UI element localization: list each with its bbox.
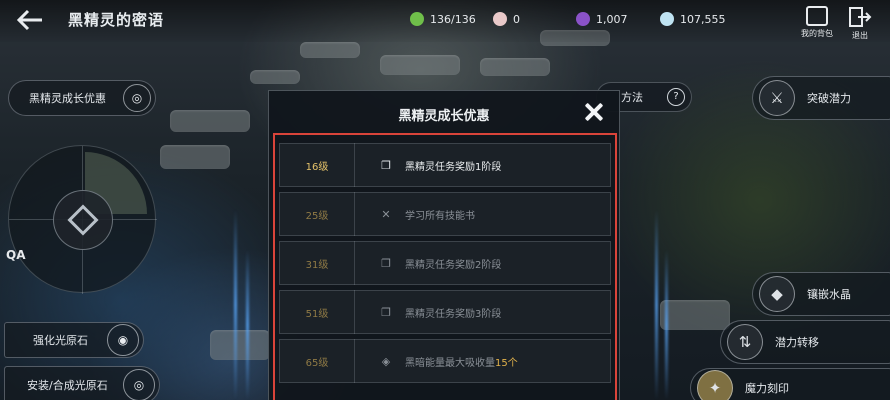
exit-icon	[849, 7, 872, 27]
row-text: 学习所有技能书	[405, 207, 475, 222]
modal-title: 黑精灵成长优惠	[398, 109, 490, 124]
pearl-icon	[493, 12, 507, 26]
purple-gem-icon	[576, 12, 590, 26]
exit-label: 退出	[852, 31, 868, 40]
page-title: 黑精灵的密语	[68, 11, 165, 29]
exit-button[interactable]: 退出	[840, 6, 880, 41]
enhance-button[interactable]: 强化光原石 ◉	[4, 322, 144, 358]
reward-row[interactable]: 16级 ❐ 黑精灵任务奖励1阶段	[279, 143, 611, 187]
row-level: 65级	[305, 357, 329, 369]
diamond-counter: 107,555	[660, 11, 726, 27]
row-text: 黑暗能量最大吸收量15个	[405, 354, 518, 369]
inlay-crystal-button[interactable]: ◆ 镶嵌水晶	[752, 272, 890, 316]
sword-icon: ⚔	[759, 80, 795, 116]
row-divider	[354, 241, 355, 285]
crossed-swords-icon: ✕	[381, 207, 391, 221]
method-label: 方法	[621, 91, 643, 104]
help-icon: ?	[667, 88, 685, 106]
rune-icon	[67, 204, 99, 236]
row-text-main: 黑精灵任务奖励3阶段	[405, 308, 502, 320]
bag-icon	[806, 6, 828, 26]
diamond-value: 107,555	[680, 12, 726, 26]
row-divider	[354, 192, 355, 236]
row-divider	[354, 143, 355, 187]
pearl-counter: 0	[493, 11, 520, 27]
breakthrough-label: 突破潜力	[807, 92, 851, 105]
bag-button[interactable]: 我的背包	[797, 6, 837, 39]
target-icon: ◎	[123, 84, 151, 112]
row-text-main: 黑暗能量最大吸收量	[405, 357, 495, 369]
pearl-value: 0	[513, 12, 520, 26]
row-text: 黑精灵任务奖励2阶段	[405, 256, 501, 271]
diamond-icon	[660, 12, 674, 26]
enhance-icon: ◉	[107, 324, 139, 356]
quest-scroll-icon: ❐	[381, 305, 391, 319]
qa-label[interactable]: QA	[6, 248, 26, 262]
growth-offer-label: 黑精灵成长优惠	[29, 92, 106, 105]
purple-gem-value: 1,007	[596, 12, 628, 26]
install-label: 安装/合成光原石	[27, 379, 108, 392]
top-bar: 黑精灵的密语 136/136 0 1,007 107,555 我的背包 退出	[0, 0, 890, 42]
reward-row[interactable]: 65级 ◈ 黑暗能量最大吸收量15个	[279, 339, 611, 383]
bag-label: 我的背包	[801, 29, 833, 38]
inlay-crystal-label: 镶嵌水晶	[807, 288, 851, 301]
reward-row[interactable]: 51级 ❐ 黑精灵任务奖励3阶段	[279, 290, 611, 334]
back-button[interactable]	[12, 6, 48, 34]
wheel-hub[interactable]	[53, 190, 113, 250]
arrow-left-icon	[16, 9, 42, 31]
imprint-icon: ✦	[697, 370, 733, 400]
growth-offer-button[interactable]: 黑精灵成长优惠 ◎	[8, 80, 156, 116]
purple-gem-counter: 1,007	[576, 11, 628, 27]
transfer-icon: ⇅	[727, 324, 763, 360]
quest-scroll-icon: ❐	[381, 256, 391, 270]
stamina-counter: 136/136	[410, 11, 476, 27]
diamond-rune-icon: ◈	[381, 354, 391, 368]
potential-transfer-button[interactable]: ⇅ 潜力转移	[720, 320, 890, 364]
row-level: 25级	[305, 210, 329, 222]
row-level: 51级	[305, 308, 329, 320]
row-divider	[354, 290, 355, 334]
row-text: 黑精灵任务奖励1阶段	[405, 158, 501, 173]
quest-scroll-icon: ❐	[381, 158, 391, 172]
skill-wheel[interactable]	[8, 145, 157, 294]
row-divider	[354, 339, 355, 383]
crystal-icon: ◆	[759, 276, 795, 312]
row-text-highlight: 15个	[495, 357, 518, 369]
stamina-value: 136/136	[430, 12, 476, 26]
enhance-label: 强化光原石	[33, 334, 88, 347]
reward-row[interactable]: 25级 ✕ 学习所有技能书	[279, 192, 611, 236]
install-button[interactable]: 安装/合成光原石 ◎	[4, 366, 160, 400]
row-level: 16级	[305, 161, 329, 173]
row-text: 黑精灵任务奖励3阶段	[405, 305, 501, 320]
row-text-main: 学习所有技能书	[405, 210, 475, 222]
close-icon[interactable]	[583, 101, 605, 123]
magic-imprint-label: 魔力刻印	[745, 382, 789, 395]
install-icon: ◎	[123, 369, 155, 400]
stamina-icon	[410, 12, 424, 26]
magic-imprint-button[interactable]: ✦ 魔力刻印	[690, 368, 890, 400]
breakthrough-button[interactable]: ⚔ 突破潜力	[752, 76, 890, 120]
potential-transfer-label: 潜力转移	[775, 336, 819, 349]
row-level: 31级	[305, 259, 329, 271]
reward-row[interactable]: 31级 ❐ 黑精灵任务奖励2阶段	[279, 241, 611, 285]
row-text-main: 黑精灵任务奖励2阶段	[405, 259, 502, 271]
growth-offer-modal: 黑精灵成长优惠 16级 ❐ 黑精灵任务奖励1阶段 25级 ✕ 学习所有技能书 3…	[268, 90, 620, 400]
row-text-main: 黑精灵任务奖励1阶段	[405, 161, 502, 173]
